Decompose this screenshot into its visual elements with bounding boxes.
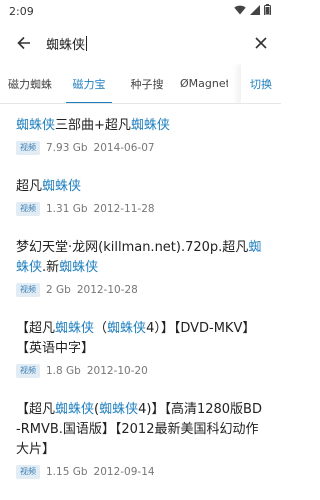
result-meta: 视频 7.93 Gb 2014-06-07: [16, 141, 265, 155]
battery-icon: [264, 4, 271, 18]
result-title: 蜘蛛侠三部曲+超凡蜘蛛侠: [16, 116, 265, 136]
category-badge: 视频: [16, 202, 40, 216]
result-title: 超凡蜘蛛侠: [16, 177, 265, 197]
title-text: 三部曲+超凡: [55, 118, 131, 133]
upload-date: 2012-11-28: [93, 203, 155, 215]
upload-date: 2012-09-14: [93, 466, 155, 478]
title-text: 【超凡: [16, 321, 56, 336]
category-badge: 视频: [16, 364, 40, 378]
upload-date: 2012-10-28: [76, 284, 138, 296]
title-text: 【超凡: [16, 402, 56, 417]
switch-button[interactable]: 切换: [241, 64, 281, 103]
keyword-highlight: 蜘蛛侠: [55, 321, 95, 336]
text-cursor: [86, 35, 88, 51]
result-list: 蜘蛛侠三部曲+超凡蜘蛛侠 视频 7.93 Gb 2014-06-07 超凡蜘蛛侠 视频 1.…: [0, 104, 281, 489]
title-text: .新: [42, 260, 60, 275]
result-meta: 视频 1.8 Gb 2012-10-20: [16, 364, 265, 378]
search-input[interactable]: 蜘蛛侠: [46, 34, 247, 53]
status-icons: [234, 4, 271, 18]
result-title: 【超凡蜘蛛侠（蜘蛛侠4）】【DVD-MKV】【英语中字】: [16, 319, 265, 359]
keyword-highlight: 蜘蛛侠: [42, 179, 82, 194]
status-bar: 2:09: [0, 0, 281, 22]
keyword-highlight: 蜘蛛侠: [99, 402, 139, 417]
tab-zhongzisou[interactable]: 种子搜: [118, 64, 176, 103]
status-time: 2:09: [9, 4, 34, 18]
tab-cilizhizhu[interactable]: 磁力蜘蛛: [0, 64, 60, 103]
category-badge: 视频: [16, 141, 40, 155]
result-meta: 视频 1.31 Gb 2012-11-28: [16, 202, 265, 216]
keyword-highlight: 蜘蛛侠: [59, 260, 99, 275]
result-item[interactable]: 梦幻天堂·龙网(killman.net).720p.超凡蜘蛛侠.新蜘蛛侠 视频 2 …: [16, 226, 265, 307]
file-size: 1.15 Gb: [46, 466, 88, 478]
result-meta: 视频 2 Gb 2012-10-28: [16, 283, 265, 297]
result-item[interactable]: 超凡蜘蛛侠 视频 1.31 Gb 2012-11-28: [16, 165, 265, 226]
file-size: 1.31 Gb: [46, 203, 88, 215]
back-arrow-icon[interactable]: [10, 29, 38, 57]
upload-date: 2012-10-20: [86, 365, 148, 377]
result-item[interactable]: 【超凡蜘蛛侠(蜘蛛侠4)】【高清1280版BD-RMVB.国语版】【2012最新…: [16, 388, 265, 489]
clear-search-icon[interactable]: [247, 29, 275, 57]
wifi-icon: [234, 5, 246, 18]
file-size: 2 Gb: [46, 284, 71, 296]
signal-icon: [250, 4, 260, 18]
file-size: 7.93 Gb: [46, 142, 88, 154]
result-meta: 视频 1.15 Gb 2012-09-14: [16, 465, 265, 479]
tab-ciliba0[interactable]: 磁力宝: [60, 64, 118, 103]
keyword-highlight: 蜘蛛侠: [130, 118, 170, 133]
title-text: 梦幻天堂·龙网(killman.net).720p.超凡: [16, 240, 249, 255]
title-text: （: [94, 321, 108, 336]
source-tabs: 磁力蜘蛛 磁力宝 种子搜 ØMagnet 切换: [0, 64, 281, 104]
category-badge: 视频: [16, 283, 40, 297]
result-title: 梦幻天堂·龙网(killman.net).720p.超凡蜘蛛侠.新蜘蛛侠: [16, 238, 265, 278]
result-item[interactable]: 蜘蛛侠三部曲+超凡蜘蛛侠视频 7.93 Gb 2014-06-07: [16, 104, 265, 165]
title-text: 超凡: [16, 179, 43, 194]
tab-omagnet[interactable]: ØMagnet: [176, 64, 228, 103]
keyword-highlight: 蜘蛛侠: [55, 402, 95, 417]
search-bar: 蜘蛛侠: [0, 22, 281, 64]
upload-date: 2014-06-07: [93, 142, 155, 154]
file-size: 1.8 Gb: [46, 365, 81, 377]
search-query: 蜘蛛侠: [46, 37, 86, 53]
category-badge: 视频: [16, 465, 40, 479]
keyword-highlight: 蜘蛛侠: [16, 118, 56, 133]
result-item[interactable]: 【超凡蜘蛛侠（蜘蛛侠4）】【DVD-MKV】【英语中字】视频 1.8 Gb 2012…: [16, 307, 265, 388]
result-title: 【超凡蜘蛛侠(蜘蛛侠4)】【高清1280版BD-RMVB.国语版】【2012最新…: [16, 400, 265, 460]
keyword-highlight: 蜘蛛侠: [107, 321, 147, 336]
